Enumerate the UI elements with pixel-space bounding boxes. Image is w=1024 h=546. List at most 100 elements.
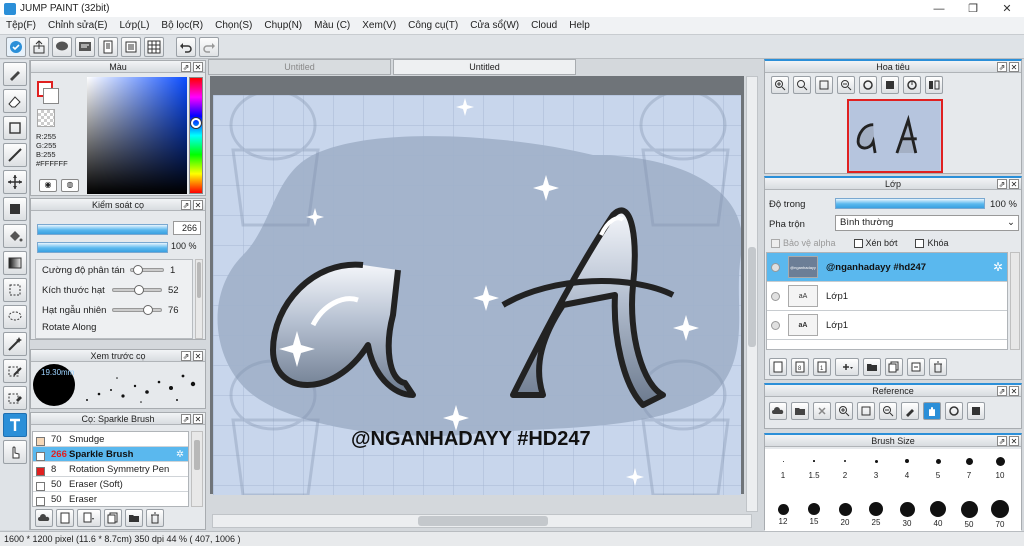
- scatter-track[interactable]: [130, 265, 164, 275]
- layer-row[interactable]: @nganhadayy @nganhadayy #hd247 ✲: [767, 253, 1007, 282]
- close-panel-icon[interactable]: ✕: [1009, 62, 1019, 72]
- brush-size-option[interactable]: 3: [864, 451, 888, 480]
- menu-snap[interactable]: Chụp(N): [258, 20, 308, 31]
- blend-mode-select[interactable]: Bình thường ⌄: [835, 215, 1019, 231]
- zoom-button[interactable]: [793, 76, 811, 94]
- rect-tool[interactable]: [3, 116, 27, 140]
- reference-fit-button[interactable]: [857, 402, 875, 420]
- new-layer-8bit-button[interactable]: 8: [791, 358, 809, 376]
- reference-zoom-in-button[interactable]: [835, 402, 853, 420]
- duplicate-layer-button[interactable]: [885, 358, 903, 376]
- brush-copy-button[interactable]: [104, 509, 122, 527]
- tab-untitled-2[interactable]: Untitled: [393, 59, 576, 75]
- random-grain-knob[interactable]: [143, 305, 154, 315]
- select-eraser-tool[interactable]: [3, 386, 27, 410]
- canvas-viewport[interactable]: @NGANHADAYY #HD247: [210, 76, 744, 495]
- reference-rotate-button[interactable]: [945, 402, 963, 420]
- list-button[interactable]: [121, 36, 141, 57]
- brush-item-eraser[interactable]: 50 Eraser: [33, 492, 188, 506]
- brush-item-sparkle[interactable]: 266 Sparkle Brush ✲: [33, 447, 188, 462]
- layer-row[interactable]: aA Lớp1: [767, 282, 1007, 311]
- color-wheel-button[interactable]: ◍: [61, 179, 79, 192]
- lock-checkbox[interactable]: Khóa: [915, 238, 949, 248]
- float-panel-icon[interactable]: ⇗: [997, 386, 1007, 396]
- brush-delete-button[interactable]: [146, 509, 164, 527]
- add-layer-menu-button[interactable]: [835, 358, 859, 376]
- actual-size-button[interactable]: [881, 76, 899, 94]
- menu-help[interactable]: Help: [563, 20, 596, 31]
- brush-size-option[interactable]: 15: [802, 491, 826, 526]
- random-grain-track[interactable]: [112, 305, 162, 315]
- close-panel-icon[interactable]: ✕: [1009, 386, 1019, 396]
- select-rect-tool[interactable]: [3, 278, 27, 302]
- brush-size-option[interactable]: 40: [926, 491, 950, 528]
- brush-size-value[interactable]: 266: [173, 221, 201, 235]
- brush-opacity-bar[interactable]: [37, 242, 168, 253]
- menu-color[interactable]: Màu (C): [308, 20, 356, 31]
- document-button[interactable]: [98, 36, 118, 57]
- float-panel-icon[interactable]: ⇗: [181, 200, 191, 210]
- hue-slider-handle[interactable]: [191, 118, 201, 128]
- comment-button[interactable]: [52, 36, 72, 57]
- export-button[interactable]: [29, 36, 49, 57]
- new-layer-button[interactable]: [769, 358, 787, 376]
- close-panel-icon[interactable]: ✕: [1009, 179, 1019, 189]
- reference-close-button[interactable]: [813, 402, 831, 420]
- tab-untitled-1[interactable]: Untitled: [208, 59, 391, 75]
- visibility-toggle[interactable]: [771, 262, 780, 272]
- magic-wand-tool[interactable]: [3, 332, 27, 356]
- float-panel-icon[interactable]: ⇗: [997, 179, 1007, 189]
- maximize-button[interactable]: ❐: [956, 2, 990, 15]
- eraser-tool[interactable]: [3, 89, 27, 113]
- flip-button[interactable]: [925, 76, 943, 94]
- lasso-tool[interactable]: [3, 305, 27, 329]
- menu-view[interactable]: Xem(V): [356, 20, 402, 31]
- clipping-checkbox[interactable]: Xén bớt: [853, 238, 897, 248]
- brush-size-option[interactable]: 4: [895, 451, 919, 480]
- reference-eyedropper-button[interactable]: [901, 402, 919, 420]
- move-tool[interactable]: [3, 170, 27, 194]
- brush-size-option[interactable]: 5: [926, 451, 950, 480]
- new-brush-button[interactable]: [56, 509, 74, 527]
- close-button[interactable]: ✕: [990, 2, 1024, 15]
- settings-gear-icon[interactable]: ✲: [176, 449, 184, 460]
- brush-size-option[interactable]: 1.5: [802, 451, 826, 480]
- brush-item-rotation-pen[interactable]: 8 Rotation Symmetry Pen: [33, 462, 188, 477]
- brush-add-menu-button[interactable]: [77, 509, 101, 527]
- float-panel-icon[interactable]: ⇗: [181, 351, 191, 361]
- brush-size-option[interactable]: 12: [771, 491, 795, 526]
- merge-layer-button[interactable]: [907, 358, 925, 376]
- menu-layer[interactable]: Lớp(L): [114, 20, 156, 31]
- reference-open-button[interactable]: [791, 402, 809, 420]
- bucket-tool[interactable]: [3, 224, 27, 248]
- brush-item-eraser-soft[interactable]: 50 Eraser (Soft): [33, 477, 188, 492]
- reference-zoom-out-button[interactable]: [879, 402, 897, 420]
- rotate-right-button[interactable]: [903, 76, 921, 94]
- brush-size-bar[interactable]: [37, 224, 168, 235]
- canvas-vertical-scrollbar[interactable]: [746, 76, 758, 512]
- brush-size-option[interactable]: 30: [895, 491, 919, 528]
- hue-slider[interactable]: [189, 77, 203, 194]
- alpha-protect-checkbox[interactable]: Bảo vệ alpha: [771, 238, 836, 248]
- brush-cloud-button[interactable]: [35, 509, 53, 527]
- brush-list-scrollbar[interactable]: [191, 431, 203, 507]
- brush-size-option[interactable]: 50: [957, 491, 981, 529]
- menu-select[interactable]: Chọn(S): [209, 20, 258, 31]
- brush-size-option[interactable]: 70: [988, 491, 1012, 529]
- brush-tool[interactable]: [3, 62, 27, 86]
- color-picker-icon-button[interactable]: ◉: [39, 179, 57, 192]
- layer-row[interactable]: aA Lớp1: [767, 311, 1007, 340]
- brush-size-option[interactable]: 2: [833, 451, 857, 480]
- saturation-value-picker[interactable]: [87, 77, 187, 194]
- reference-actual-size-button[interactable]: [967, 402, 985, 420]
- menu-tools[interactable]: Công cụ(T): [402, 20, 464, 31]
- layer-folder-button[interactable]: [863, 358, 881, 376]
- undo-button[interactable]: [176, 36, 196, 57]
- text-tool[interactable]: [3, 413, 27, 437]
- brush-item-smudge[interactable]: 70 Smudge: [33, 432, 188, 447]
- new-layer-1bit-button[interactable]: 1: [813, 358, 831, 376]
- menu-filter[interactable]: Bộ lọc(R): [155, 20, 209, 31]
- zoom-out-button[interactable]: [837, 76, 855, 94]
- close-panel-icon[interactable]: ✕: [193, 200, 203, 210]
- brush-size-option[interactable]: 20: [833, 491, 857, 527]
